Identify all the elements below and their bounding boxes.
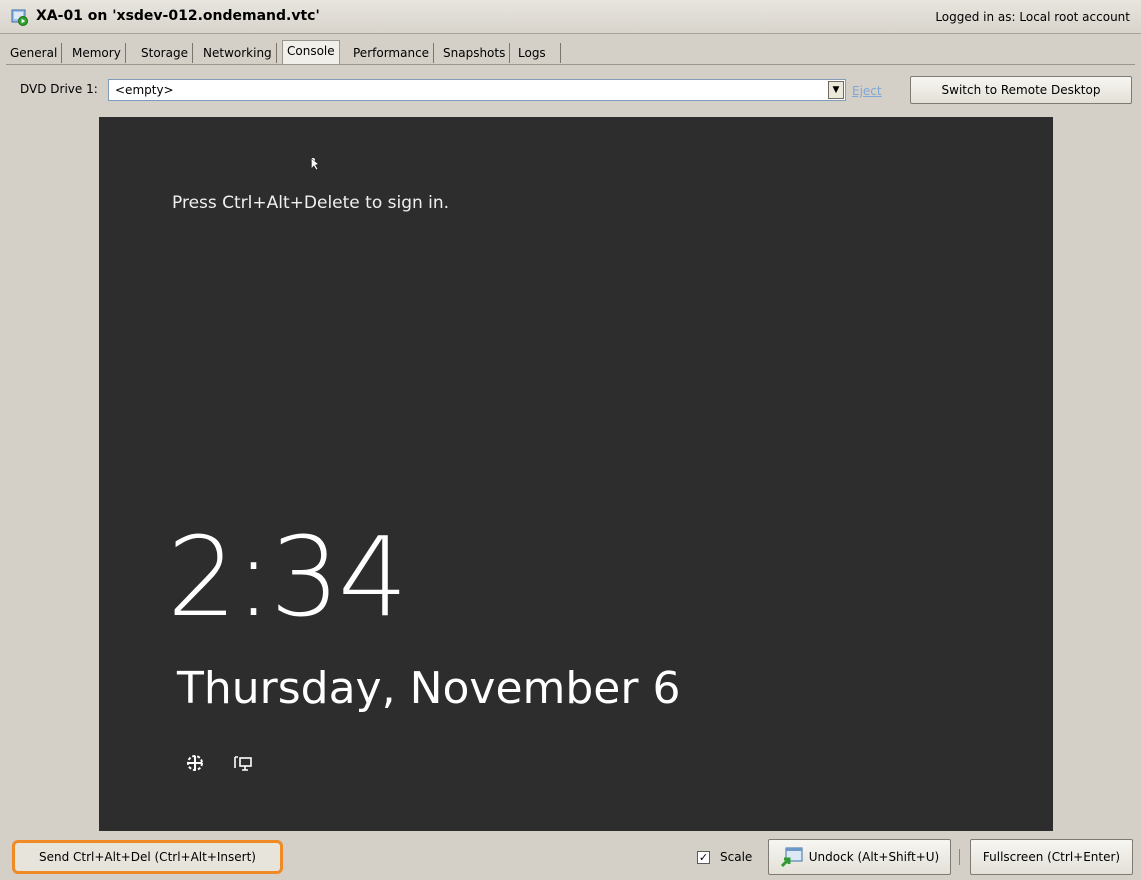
sign-in-prompt: Press Ctrl+Alt+Delete to sign in. <box>172 193 450 213</box>
tab-performance[interactable]: Performance <box>349 43 435 63</box>
tab-networking[interactable]: Networking <box>199 43 277 63</box>
vm-running-icon <box>11 9 28 26</box>
network-icon[interactable] <box>233 754 253 774</box>
mouse-cursor-icon <box>311 158 320 171</box>
ease-of-access-icon[interactable] <box>185 753 205 773</box>
lock-screen-date: Thursday, November 6 <box>177 663 681 714</box>
logged-in-status: Logged in as: Local root account <box>935 10 1130 24</box>
undock-icon <box>780 847 803 868</box>
undock-button[interactable]: Undock (Alt+Shift+U) <box>768 839 951 875</box>
tab-storage[interactable]: Storage <box>137 43 193 63</box>
dvd-drive-select[interactable]: <empty> ▼ <box>108 79 846 101</box>
tab-divider <box>6 64 1135 65</box>
scale-label: Scale <box>720 850 753 864</box>
dvd-drive-label: DVD Drive 1: <box>20 82 98 96</box>
undock-label: Undock (Alt+Shift+U) <box>808 850 940 864</box>
eject-link[interactable]: Eject <box>852 84 882 98</box>
vm-console-screen[interactable]: Press Ctrl+Alt+Delete to sign in. 2:34 T… <box>99 117 1053 831</box>
toolbar-separator <box>959 849 960 865</box>
tab-console[interactable]: Console <box>282 40 340 65</box>
tab-memory[interactable]: Memory <box>68 43 126 63</box>
tab-logs[interactable]: Logs <box>514 43 561 63</box>
title-bar: XA-01 on 'xsdev-012.ondemand.vtc' Logged… <box>0 0 1141 34</box>
lock-screen-time: 2:34 <box>167 513 408 641</box>
switch-remote-desktop-button[interactable]: Switch to Remote Desktop <box>910 76 1132 104</box>
tab-snapshots[interactable]: Snapshots <box>439 43 511 63</box>
send-ctrl-alt-del-button[interactable]: Send Ctrl+Alt+Del (Ctrl+Alt+Insert) <box>12 840 283 874</box>
fullscreen-button[interactable]: Fullscreen (Ctrl+Enter) <box>970 839 1133 875</box>
scale-checkbox[interactable]: ✓ <box>697 851 710 864</box>
window-title: XA-01 on 'xsdev-012.ondemand.vtc' <box>36 8 320 24</box>
dvd-drive-value: <empty> <box>115 83 174 97</box>
tab-strip: General Memory Storage Networking Consol… <box>6 40 1141 65</box>
tab-general[interactable]: General <box>6 43 63 63</box>
dropdown-arrow-icon[interactable]: ▼ <box>828 81 844 99</box>
